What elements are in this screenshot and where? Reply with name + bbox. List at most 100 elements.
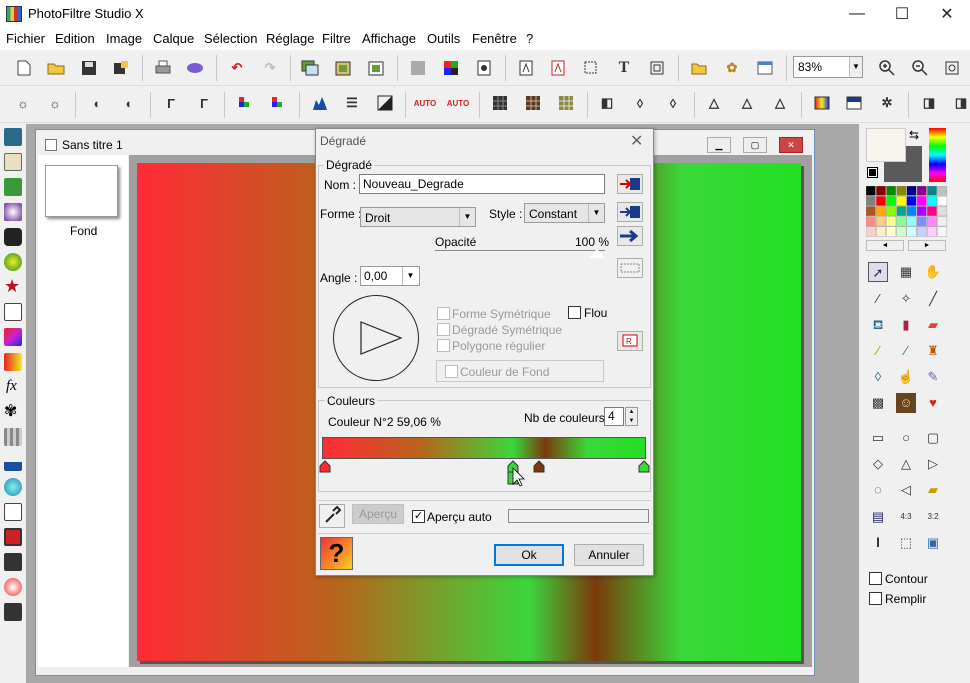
triangle-selection-icon[interactable]: △ — [896, 454, 916, 474]
threshold-icon[interactable] — [374, 92, 396, 114]
remplir-checkbox[interactable] — [869, 592, 882, 605]
book-icon[interactable] — [4, 503, 22, 521]
menu-image[interactable]: Image — [106, 31, 142, 46]
maximize-button[interactable]: ☐ — [879, 0, 925, 28]
palette-swatch[interactable] — [906, 226, 917, 237]
gradient-tool-icon[interactable] — [811, 92, 833, 114]
reset-button[interactable]: R — [617, 331, 643, 351]
menu-edition[interactable]: Edition — [55, 31, 95, 46]
globe-icon[interactable] — [4, 478, 22, 496]
background-color-checkbox[interactable] — [445, 365, 458, 378]
pattern-dark-icon[interactable] — [489, 92, 511, 114]
document-icon[interactable] — [4, 153, 22, 171]
open-selection-icon[interactable]: ▰ — [923, 480, 943, 500]
text-icon[interactable]: T — [613, 57, 635, 79]
clone-tool-icon[interactable]: ☺ — [896, 393, 916, 413]
explorer-icon[interactable] — [688, 57, 710, 79]
diamond-selection-icon[interactable]: ◇ — [868, 454, 888, 474]
pattern-olive-icon[interactable] — [555, 92, 577, 114]
contrast-plus-icon[interactable]: Γ — [193, 92, 215, 114]
rounded-rect-selection-icon[interactable]: ▢ — [923, 428, 943, 448]
palette-swatch[interactable] — [886, 216, 897, 227]
flower-icon[interactable]: ✾ — [4, 401, 17, 421]
texture-icon[interactable]: ✲ — [876, 92, 898, 114]
advanced-brush-tool-icon[interactable]: ⁄ — [896, 341, 916, 361]
sharpen-triangle-icon[interactable]: △ — [769, 92, 791, 114]
sphere-icon[interactable] — [4, 253, 22, 271]
palette-swatch[interactable] — [937, 186, 948, 196]
menu-calque[interactable]: Calque — [153, 31, 194, 46]
blur-tool-icon[interactable]: ◊ — [868, 367, 888, 387]
palette-swatch[interactable] — [927, 195, 937, 206]
photofiltre-icon[interactable] — [4, 578, 22, 596]
palette-swatch[interactable] — [866, 216, 876, 227]
window-icon[interactable] — [754, 57, 776, 79]
noise-icon[interactable]: △ — [703, 92, 725, 114]
palette-swatch[interactable] — [866, 226, 876, 237]
open-folder-icon[interactable] — [45, 57, 67, 79]
palette-swatch[interactable] — [937, 206, 948, 217]
menu-help[interactable]: ? — [526, 31, 533, 46]
nb-colors-spinner[interactable]: ▲ ▼ — [625, 407, 638, 426]
menu-filtre[interactable]: Filtre — [322, 31, 351, 46]
menu-fichier[interactable]: Fichier — [6, 31, 45, 46]
image-minimize-button[interactable]: ▁ — [707, 137, 731, 153]
palette-swatch[interactable] — [896, 216, 907, 227]
palette-swatch[interactable] — [927, 186, 937, 196]
preview-button[interactable]: Aperçu — [352, 504, 404, 524]
color-picker-tool-icon[interactable]: ⁄ — [868, 289, 888, 309]
blur-drop-icon[interactable]: ◊ — [629, 92, 651, 114]
histogram-icon[interactable] — [309, 92, 331, 114]
palette-swatch[interactable] — [875, 226, 886, 237]
palette-swatch[interactable] — [906, 216, 917, 227]
zoom-out-icon[interactable] — [909, 57, 931, 79]
color-palette-grid[interactable] — [866, 186, 950, 238]
palette-swatch[interactable] — [916, 206, 927, 217]
palette-swatch[interactable] — [866, 195, 876, 206]
eraser-tool-icon[interactable]: ▰ — [923, 315, 943, 335]
text-cursor-icon[interactable]: 𝐈 — [868, 533, 888, 553]
layer-manager-icon[interactable] — [4, 128, 22, 146]
ellipse-selection-icon[interactable]: ○ — [896, 428, 916, 448]
palette-swatch[interactable] — [937, 195, 948, 206]
image-size-icon[interactable] — [515, 57, 537, 79]
palette-swatch[interactable] — [866, 206, 876, 217]
magic-wand-tool-icon[interactable]: ✧ — [896, 289, 916, 309]
palette-swatch[interactable] — [937, 216, 948, 227]
ratio-4-3-icon[interactable]: 4:3 — [896, 507, 916, 527]
spray-tool-icon[interactable]: ▮ — [896, 315, 916, 335]
palette-swatch[interactable] — [937, 226, 948, 237]
palette-swatch[interactable] — [916, 226, 927, 237]
contour-checkbox[interactable] — [869, 572, 882, 585]
saturation-minus-icon[interactable] — [234, 92, 256, 114]
cancel-button[interactable]: Annuler — [574, 544, 644, 566]
palette-swatch[interactable] — [875, 206, 886, 217]
ok-button[interactable]: Ok — [494, 544, 564, 566]
image-restore-button[interactable]: ▢ — [743, 137, 767, 153]
grayscale-icon[interactable] — [407, 57, 429, 79]
palette-swatch[interactable] — [886, 206, 897, 217]
auto-levels-icon[interactable]: AUTO — [414, 92, 437, 114]
pattern-tool-icon[interactable]: ▩ — [868, 393, 888, 413]
mirror-icon[interactable]: ◨ — [950, 92, 970, 114]
redo-icon[interactable]: ↷ — [259, 57, 281, 79]
opacity-slider[interactable] — [435, 250, 605, 251]
scan-icon[interactable] — [184, 57, 206, 79]
blur-checkbox[interactable] — [568, 306, 581, 319]
palette-swatch[interactable] — [906, 186, 917, 196]
menu-affichage[interactable]: Affichage — [362, 31, 416, 46]
default-colors-icon[interactable] — [867, 167, 878, 178]
canvas-size-icon[interactable] — [547, 57, 569, 79]
stamp-tool-icon[interactable]: ♜ — [923, 341, 943, 361]
color-palette-icon[interactable] — [440, 57, 462, 79]
glow-icon[interactable] — [4, 203, 22, 221]
minimize-button[interactable]: — — [834, 0, 880, 28]
palette-swatch[interactable] — [927, 206, 937, 217]
close-button[interactable]: ✕ — [924, 0, 970, 28]
sparkle-icon[interactable]: ☼ — [12, 92, 34, 114]
line-tool-icon[interactable]: ╱ — [923, 289, 943, 309]
palette-swatch[interactable] — [916, 216, 927, 227]
lasso-icon[interactable]: ◌ — [868, 480, 888, 500]
dialog-close-icon[interactable]: ✕ — [630, 131, 643, 151]
palette-swatch[interactable] — [886, 195, 897, 206]
